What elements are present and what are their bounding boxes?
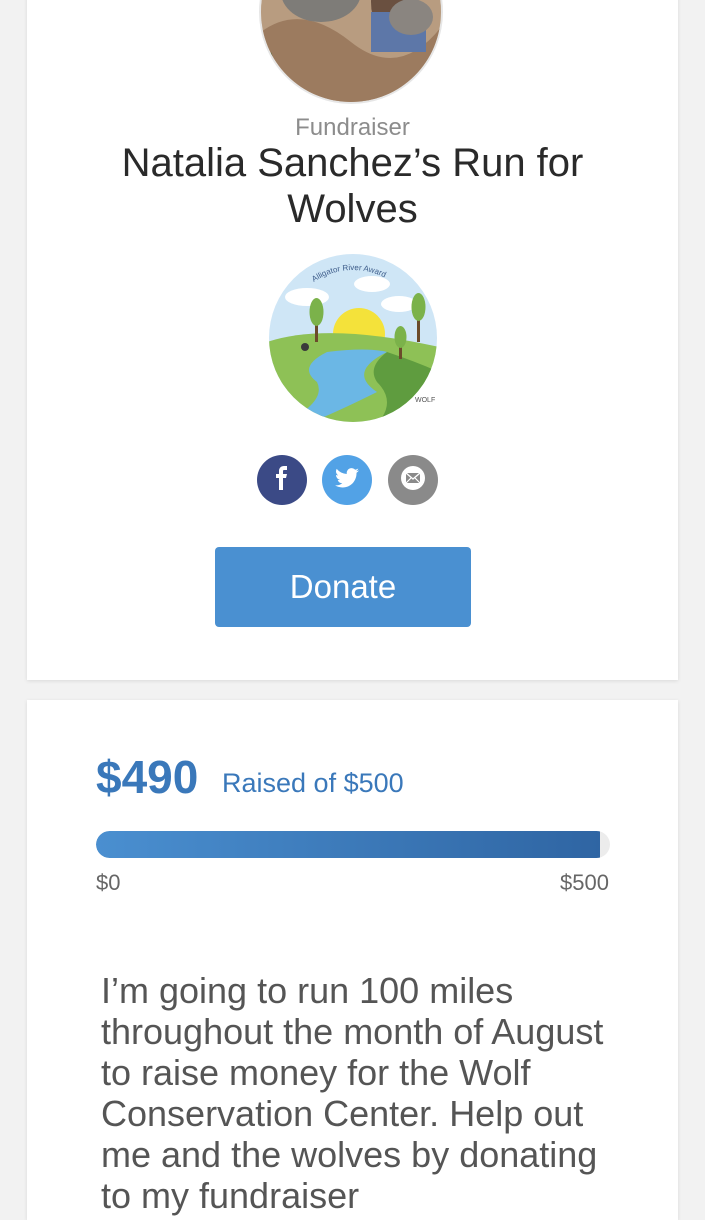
raised-amount: $490 xyxy=(96,751,199,803)
facebook-icon xyxy=(270,465,294,495)
award-badge: Alligator River Award WOLF xyxy=(267,252,439,424)
progress-min-label: $0 xyxy=(96,870,121,895)
fundraiser-story: I’m going to run 100 miles throughout th… xyxy=(101,970,604,1216)
share-facebook-button[interactable] xyxy=(257,455,307,505)
page-title: Natalia Sanchez’s Run for Wolves xyxy=(121,141,584,231)
raised-of-label: Raised of $500 xyxy=(222,768,404,798)
progress-max-label: $500 xyxy=(560,870,609,895)
fundraiser-header-card: Fundraiser Natalia Sanchez’s Run for Wol… xyxy=(27,0,678,680)
progress-bar-fill xyxy=(96,831,600,858)
donate-button[interactable]: Donate xyxy=(215,547,471,627)
progress-card: $490 Raised of $500 $0 $500 I’m going to… xyxy=(27,700,678,1220)
email-icon xyxy=(400,465,426,496)
fundraiser-avatar xyxy=(259,0,443,104)
share-twitter-button[interactable] xyxy=(322,455,372,505)
badge-mark: WOLF xyxy=(415,397,435,404)
fundraiser-kind-label: Fundraiser xyxy=(295,114,410,141)
twitter-icon xyxy=(335,467,359,494)
share-email-button[interactable] xyxy=(388,455,438,505)
progress-bar xyxy=(96,831,610,858)
